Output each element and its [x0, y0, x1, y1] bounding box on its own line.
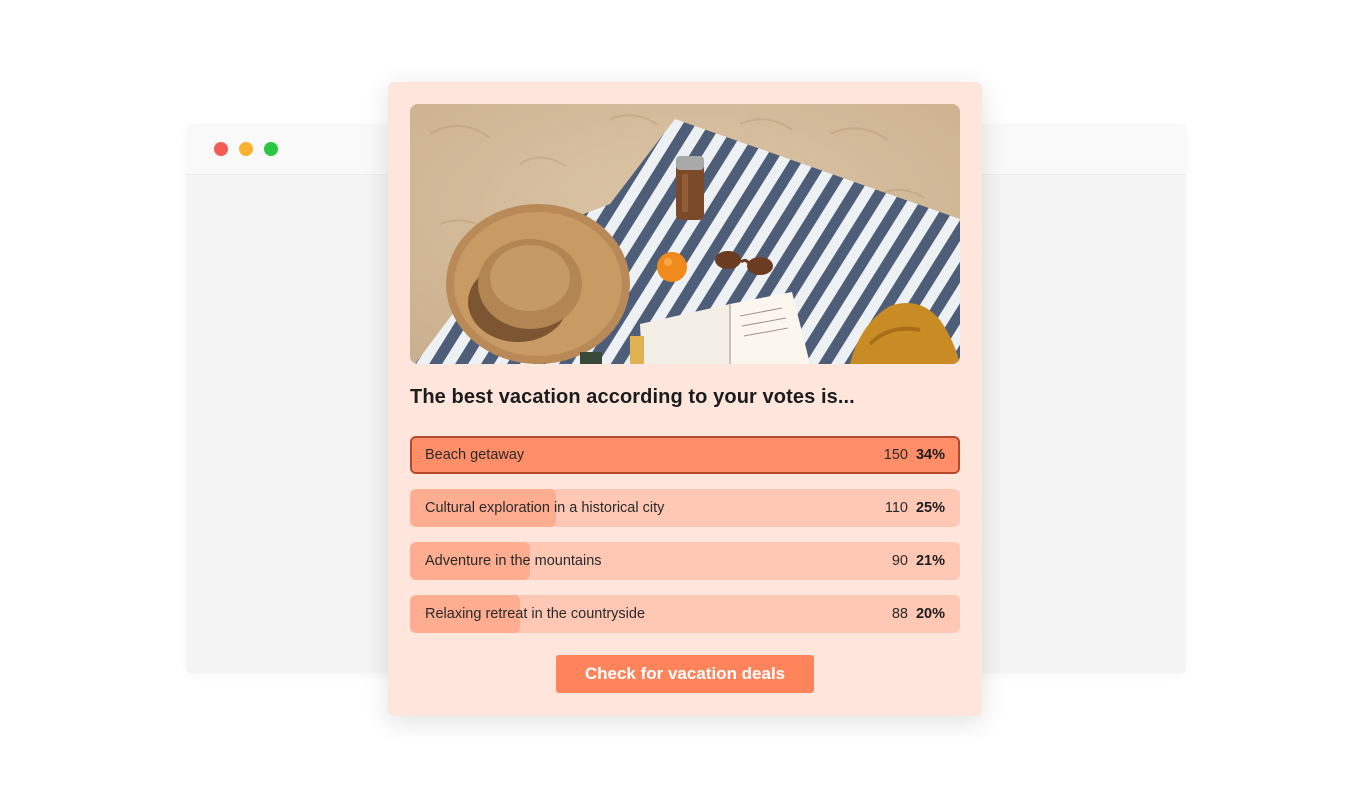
option-vote-count: 150 [883, 447, 908, 463]
option-label: Relaxing retreat in the countryside [425, 606, 646, 622]
poll-option-cultural-exploration[interactable]: Cultural exploration in a historical cit… [410, 489, 960, 527]
poll-option-adventure-mountains[interactable]: Adventure in the mountains 90 21% [410, 542, 960, 580]
poll-option-relaxing-countryside[interactable]: Relaxing retreat in the countryside 88 2… [410, 595, 960, 633]
option-percentage: 20% [915, 606, 945, 622]
close-window-dot[interactable] [214, 142, 228, 156]
option-percentage: 21% [915, 553, 945, 569]
check-vacation-deals-button[interactable]: Check for vacation deals [556, 655, 814, 693]
option-percentage: 25% [915, 500, 945, 516]
beach-scene-image [410, 104, 960, 364]
option-label: Beach getaway [425, 447, 525, 463]
poll-results-card: The best vacation according to your vote… [388, 82, 982, 716]
option-label: Cultural exploration in a historical cit… [425, 500, 665, 516]
minimize-window-dot[interactable] [239, 142, 253, 156]
poll-option-beach-getaway[interactable]: Beach getaway 150 34% [410, 436, 960, 474]
option-vote-count: 90 [891, 553, 908, 569]
maximize-window-dot[interactable] [264, 142, 278, 156]
option-vote-count: 110 [884, 500, 908, 516]
option-label: Adventure in the mountains [425, 553, 602, 569]
option-vote-count: 88 [891, 606, 908, 622]
option-percentage: 34% [915, 447, 945, 463]
poll-title: The best vacation according to your vote… [410, 386, 855, 408]
